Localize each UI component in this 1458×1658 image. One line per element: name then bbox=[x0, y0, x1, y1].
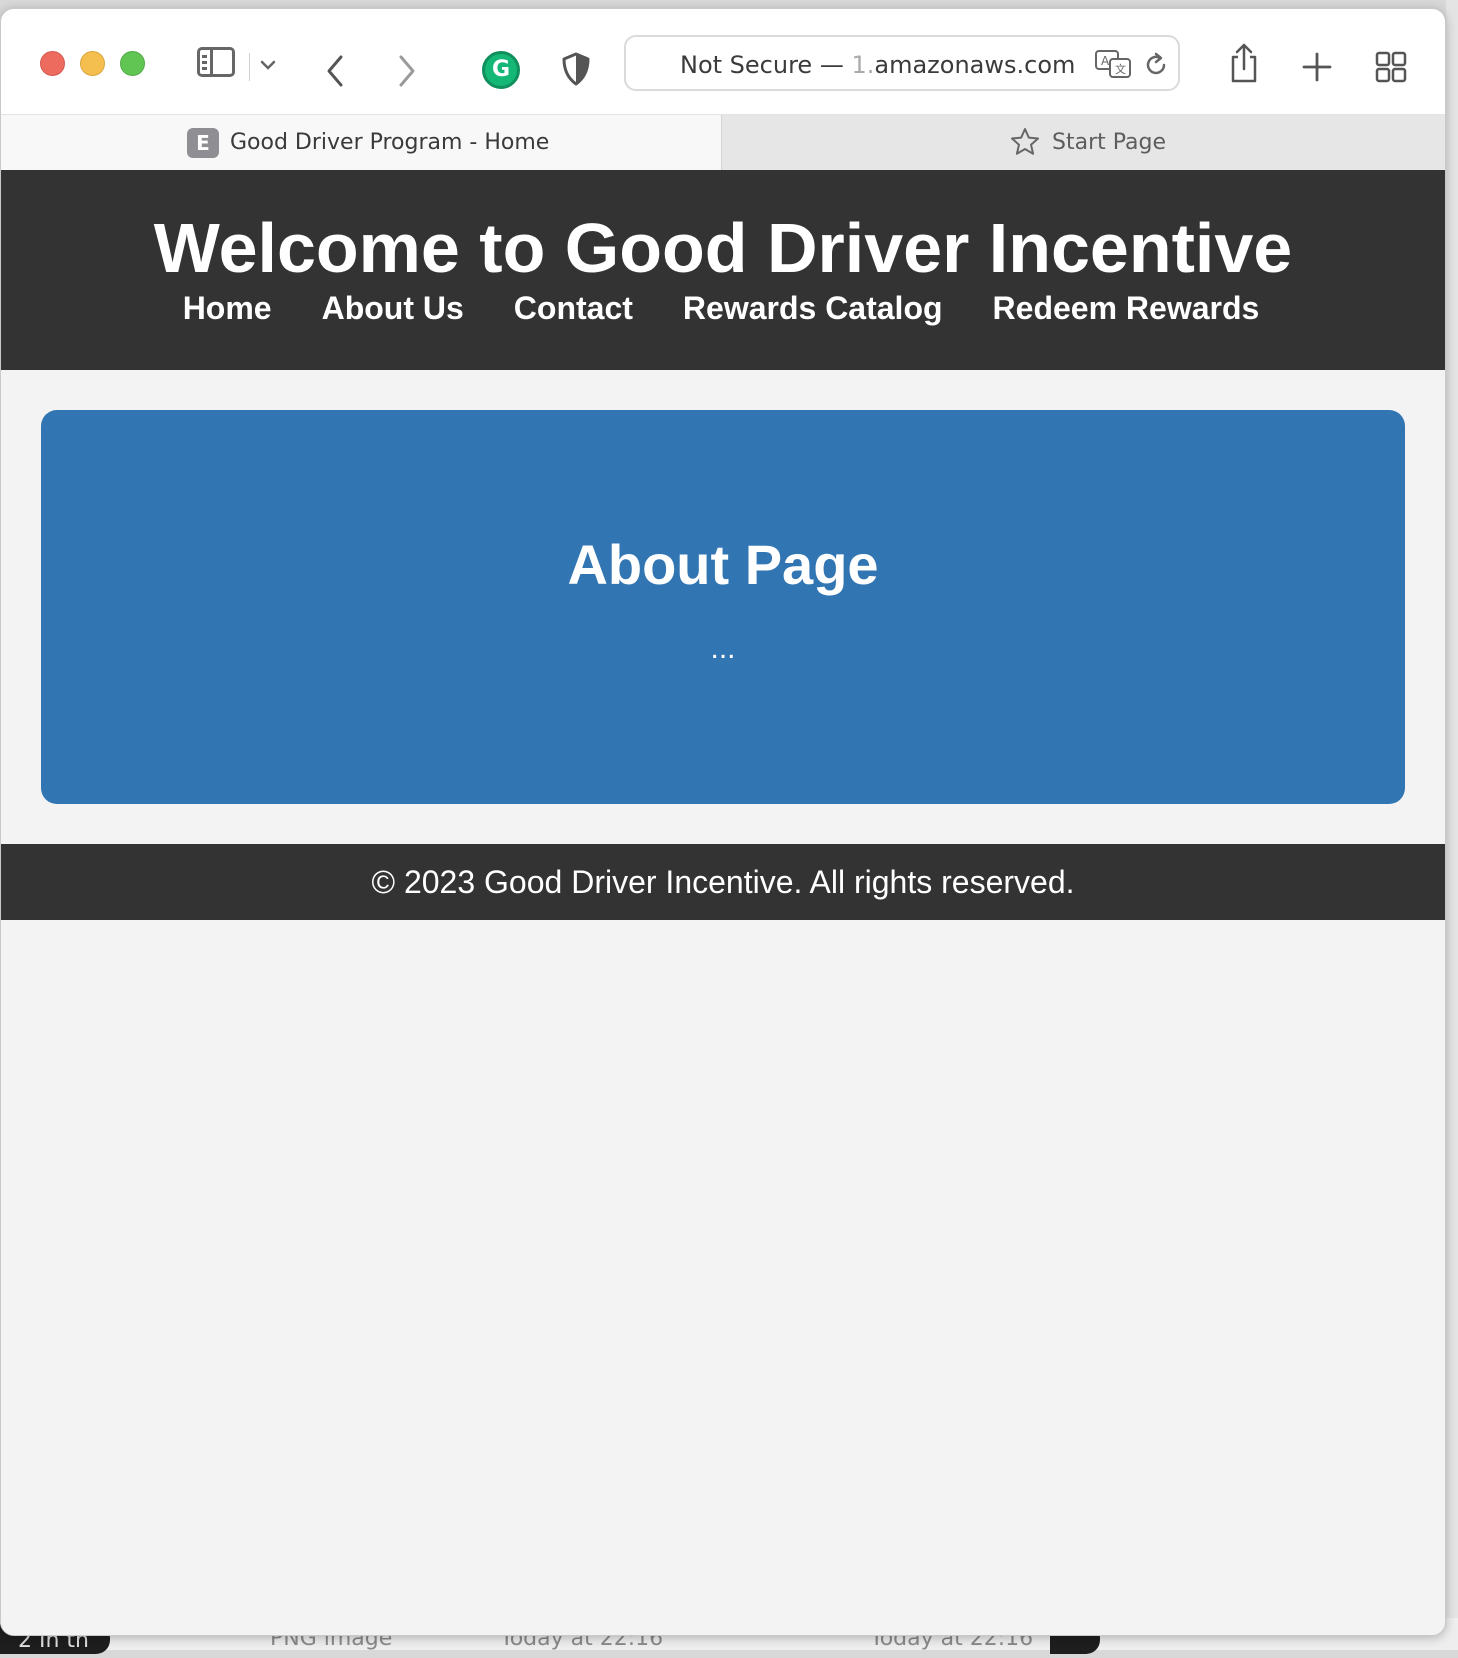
svg-text:A: A bbox=[1101, 54, 1110, 68]
privacy-shield-icon[interactable] bbox=[561, 51, 591, 87]
nav-link-redeem-rewards[interactable]: Redeem Rewards bbox=[993, 290, 1260, 327]
site-footer: © 2023 Good Driver Incentive. All rights… bbox=[1, 844, 1445, 920]
site-header: Welcome to Good Driver Incentive Home Ab… bbox=[1, 170, 1445, 370]
nav-link-about-us[interactable]: About Us bbox=[322, 290, 464, 327]
star-icon bbox=[1011, 128, 1039, 155]
minimize-window-button[interactable] bbox=[80, 51, 105, 76]
tab-label: Good Driver Program - Home bbox=[230, 130, 550, 155]
site-favicon-icon: E bbox=[187, 128, 219, 158]
address-text[interactable]: Not Secure — 1.amazonaws.com bbox=[680, 51, 1075, 79]
grammarly-extension-icon[interactable]: G bbox=[482, 51, 520, 89]
url-host: amazonaws.com bbox=[874, 51, 1076, 79]
share-icon[interactable] bbox=[1228, 41, 1260, 85]
desktop-background-right bbox=[1446, 0, 1458, 1650]
new-tab-plus-icon[interactable] bbox=[1301, 51, 1333, 83]
tab-overview-icon[interactable] bbox=[1375, 51, 1407, 83]
browser-window: G Not Secure — 1.amazonaws.com A 文 E Goo… bbox=[0, 8, 1446, 1636]
tab-good-driver-home[interactable]: E Good Driver Program - Home bbox=[1, 115, 721, 171]
tab-label: Start Page bbox=[1052, 130, 1166, 155]
svg-text:文: 文 bbox=[1115, 62, 1126, 76]
url-host-faded: 1. bbox=[851, 51, 875, 79]
tab-bar: E Good Driver Program - Home Start Page bbox=[1, 114, 1445, 171]
fullscreen-window-button[interactable] bbox=[120, 51, 145, 76]
close-window-button[interactable] bbox=[40, 51, 65, 76]
toolbar-divider bbox=[249, 53, 250, 81]
translate-icon[interactable]: A 文 bbox=[1094, 49, 1134, 81]
chevron-down-icon[interactable] bbox=[259, 59, 277, 73]
main-navigation: Home About Us Contact Rewards Catalog Re… bbox=[1, 290, 1445, 327]
browser-toolbar: G Not Secure — 1.amazonaws.com A 文 bbox=[1, 9, 1445, 114]
tab-start-page[interactable]: Start Page bbox=[721, 115, 1445, 171]
page-title: Welcome to Good Driver Incentive bbox=[153, 209, 1293, 287]
nav-link-rewards-catalog[interactable]: Rewards Catalog bbox=[683, 290, 943, 327]
forward-arrow-icon[interactable] bbox=[395, 53, 419, 89]
sidebar-toggle-icon[interactable] bbox=[197, 47, 235, 77]
about-panel: About Page ... bbox=[41, 410, 1405, 804]
nav-link-contact[interactable]: Contact bbox=[514, 290, 633, 327]
back-arrow-icon[interactable] bbox=[323, 53, 347, 89]
nav-link-home[interactable]: Home bbox=[183, 290, 272, 327]
about-heading: About Page bbox=[567, 533, 879, 596]
reload-icon[interactable] bbox=[1142, 51, 1170, 79]
address-bar[interactable]: Not Secure — 1.amazonaws.com A 文 bbox=[624, 35, 1180, 91]
security-status-label: Not Secure — bbox=[680, 51, 844, 79]
web-page: Welcome to Good Driver Incentive Home Ab… bbox=[1, 170, 1445, 1635]
about-text: ... bbox=[710, 632, 736, 665]
